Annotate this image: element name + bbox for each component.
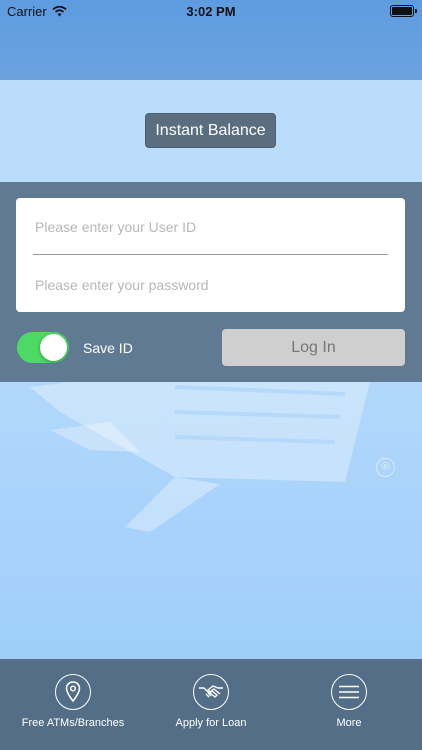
tab-more[interactable]: More: [279, 659, 419, 750]
toggle-knob: [40, 334, 67, 361]
bank-logo-watermark: [30, 382, 370, 532]
status-time: 3:02 PM: [186, 4, 236, 19]
tab-apply-loan[interactable]: Apply for Loan: [141, 659, 281, 750]
registered-mark: ®: [376, 458, 395, 477]
tab-label: Free ATMs/Branches: [21, 717, 125, 729]
tab-label: Apply for Loan: [175, 717, 247, 729]
save-id-label: Save ID: [83, 340, 133, 356]
bottom-tab-bar: Free ATMs/Branches Apply for Loan More: [0, 659, 422, 750]
login-button[interactable]: Log In: [222, 329, 405, 366]
password-input[interactable]: [33, 264, 392, 306]
status-right: [390, 5, 417, 17]
tab-label: More: [336, 717, 362, 729]
instant-balance-button[interactable]: Instant Balance: [145, 113, 276, 148]
login-form-card: [16, 198, 405, 312]
handshake-icon: [193, 674, 229, 710]
background-area: ®: [0, 382, 422, 659]
location-pin-icon: [55, 674, 91, 710]
hamburger-menu-icon: [331, 674, 367, 710]
save-id-toggle[interactable]: [17, 332, 69, 363]
user-id-input[interactable]: [33, 206, 392, 248]
battery-icon: [390, 5, 417, 17]
status-bar: Carrier 3:02 PM: [0, 0, 422, 24]
tab-free-atms[interactable]: Free ATMs/Branches: [3, 659, 143, 750]
field-divider: [33, 254, 388, 255]
